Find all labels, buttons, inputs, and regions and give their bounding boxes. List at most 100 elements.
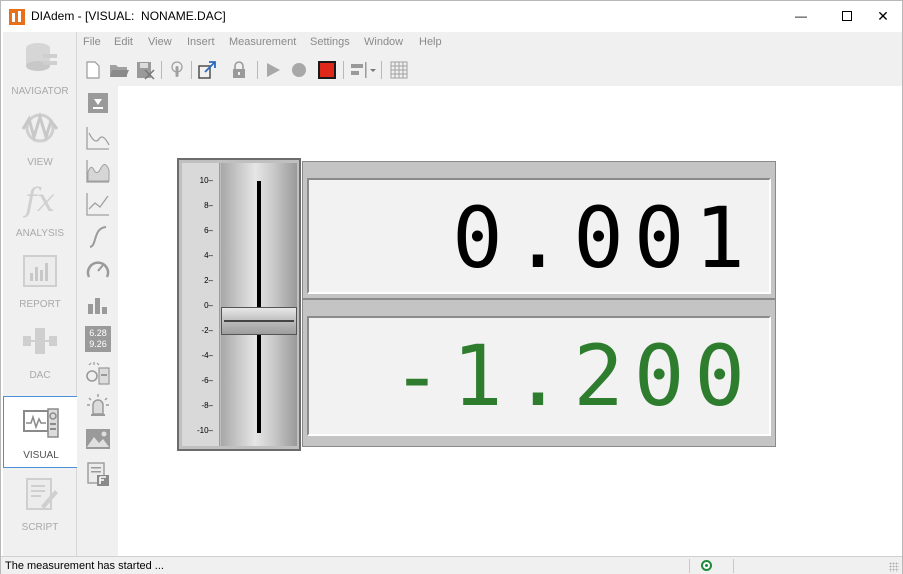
touch-icon[interactable]: [167, 60, 187, 80]
numeric-display-2-value: -1.200: [391, 327, 755, 425]
chart-area-icon[interactable]: [85, 158, 111, 184]
nav-label-view: VIEW: [27, 157, 53, 168]
maximize-icon: [842, 10, 852, 21]
main-toolbar: [77, 54, 902, 86]
close-button[interactable]: ✕: [860, 1, 903, 31]
nav-label-dac: DAC: [29, 370, 51, 381]
nav-item-dac[interactable]: DAC: [3, 316, 77, 387]
menu-bar: File Edit View Insert Measurement Settin…: [77, 32, 902, 54]
nav-label-script: SCRIPT: [21, 522, 59, 533]
menu-insert[interactable]: Insert: [187, 36, 215, 48]
nav-item-navigator[interactable]: NAVIGATOR: [3, 32, 77, 103]
menu-edit[interactable]: Edit: [114, 36, 133, 48]
slider-body: [221, 163, 297, 446]
module-navigator: NAVIGATOR VIEW fx ANALYSIS REPORT DAC VI…: [3, 32, 77, 556]
save-icon[interactable]: [135, 60, 155, 80]
slider-tick-label: -4–: [201, 351, 213, 360]
view-icon: [21, 111, 59, 143]
slider-tick-label: -2–: [201, 326, 213, 335]
menu-help[interactable]: Help: [419, 36, 442, 48]
slider-control[interactable]: 10– 8– 6– 4– 2– 0– -2– -4– -6– -8– -10–: [177, 158, 301, 451]
lock-icon[interactable]: [229, 60, 249, 80]
slider-thumb[interactable]: [221, 307, 297, 335]
digital-display-bottom: 9.26: [89, 339, 107, 349]
nav-label-analysis: ANALYSIS: [15, 228, 65, 239]
download-icon[interactable]: [87, 92, 109, 114]
menu-file[interactable]: File: [83, 36, 101, 48]
numeric-display-1-panel: 0.001: [307, 178, 771, 294]
close-icon: ✕: [877, 8, 889, 24]
nav-item-report[interactable]: REPORT: [3, 245, 77, 316]
slider-tick-label: 8–: [204, 201, 213, 210]
grid-icon[interactable]: [389, 60, 409, 80]
text-box-icon[interactable]: [85, 461, 111, 487]
stop-icon[interactable]: [317, 60, 337, 80]
nav-item-script[interactable]: SCRIPT: [3, 468, 77, 539]
numeric-display-1[interactable]: 0.001: [302, 161, 776, 299]
status-bar: The measurement has started ...: [1, 556, 902, 574]
navigator-icon: [26, 43, 57, 71]
alarm-icon[interactable]: [85, 392, 111, 418]
play-icon[interactable]: [263, 60, 283, 80]
analysis-fx-icon: fx: [25, 181, 55, 219]
status-separator: [689, 559, 690, 573]
menu-window[interactable]: Window: [364, 36, 403, 48]
curve-icon[interactable]: [85, 224, 111, 250]
resize-grip-icon[interactable]: [889, 562, 899, 572]
menu-settings[interactable]: Settings: [310, 36, 350, 48]
toolbar-separator: [343, 61, 344, 79]
bar-chart-icon[interactable]: [85, 290, 111, 316]
menu-view[interactable]: View: [148, 36, 172, 48]
record-icon[interactable]: [289, 60, 309, 80]
toolbar-separator: [381, 61, 382, 79]
open-folder-icon[interactable]: [109, 60, 129, 80]
nav-label-visual: VISUAL: [23, 450, 59, 461]
window-title: DIAdem - [VISUAL: NONAME.DAC]: [31, 9, 226, 23]
script-icon: [26, 478, 58, 510]
digital-display-top: 6.28: [89, 328, 107, 338]
diadem-logo-icon: [9, 9, 25, 25]
nav-label-navigator: NAVIGATOR: [11, 86, 69, 97]
slider-icon[interactable]: [85, 360, 111, 386]
report-icon: [23, 255, 57, 287]
nav-label-report: REPORT: [19, 299, 61, 310]
export-icon[interactable]: [197, 60, 217, 80]
tool-palette: 6.28 9.26: [77, 86, 118, 556]
slider-tick-label: -8–: [201, 401, 213, 410]
toolbar-separator: [257, 61, 258, 79]
numeric-display-2[interactable]: -1.200: [302, 299, 776, 447]
minimize-icon: —: [795, 9, 807, 23]
nav-item-analysis[interactable]: fx ANALYSIS: [3, 174, 77, 245]
visual-icon: [23, 408, 59, 438]
nav-item-view[interactable]: VIEW: [3, 103, 77, 174]
gauge-icon[interactable]: [85, 257, 111, 283]
slider-thumb-groove: [224, 320, 294, 322]
status-message: The measurement has started ...: [5, 560, 164, 572]
title-bar: DIAdem - [VISUAL: NONAME.DAC] — ✕: [1, 1, 902, 31]
chart-xy-icon[interactable]: [85, 191, 111, 217]
numeric-display-1-value: 0.001: [452, 189, 755, 287]
slider-tick-label: 10–: [199, 176, 213, 185]
align-icon[interactable]: [349, 60, 369, 80]
status-separator: [733, 559, 734, 573]
new-file-icon[interactable]: [83, 60, 103, 80]
slider-tick-label: 4–: [204, 251, 213, 260]
chart-line-icon[interactable]: [85, 125, 111, 151]
image-icon[interactable]: [85, 426, 111, 452]
measurement-status-icon: [701, 560, 712, 571]
slider-tick-label: -10–: [196, 426, 213, 435]
numeric-display-2-panel: -1.200: [307, 316, 771, 436]
menu-measurement[interactable]: Measurement: [229, 36, 296, 48]
slider-tick-label: 2–: [204, 276, 213, 285]
dropdown-arrow-icon[interactable]: [369, 60, 377, 80]
slider-tick-label: 6–: [204, 226, 213, 235]
toolbar-separator: [161, 61, 162, 79]
slider-tick-label: 0–: [204, 301, 213, 310]
slider-tick-label: -6–: [201, 376, 213, 385]
nav-item-visual[interactable]: VISUAL: [3, 396, 77, 468]
toolbar-separator: [191, 61, 192, 79]
diadem-window: DIAdem - [VISUAL: NONAME.DAC] — ✕ NAVIGA…: [0, 0, 903, 574]
minimize-button[interactable]: —: [778, 1, 824, 31]
slider-scale: 10– 8– 6– 4– 2– 0– -2– -4– -6– -8– -10–: [182, 163, 220, 446]
digital-display-icon[interactable]: 6.28 9.26: [85, 326, 111, 352]
